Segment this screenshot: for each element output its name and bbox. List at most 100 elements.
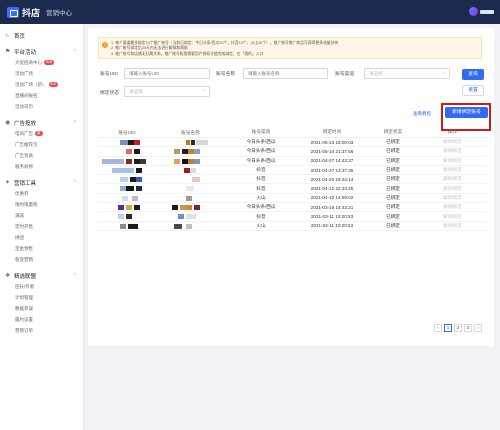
account-id-input[interactable] [124, 68, 210, 79]
cell-status: 已绑定 [386, 194, 400, 200]
page-3-button[interactable]: 3 [464, 324, 472, 332]
masked-block [136, 177, 142, 183]
query-button[interactable]: 查询 [462, 69, 484, 80]
sidebar-item[interactable]: 活动日历 [0, 101, 83, 112]
masked-block [186, 214, 196, 220]
next-page-button[interactable]: › [474, 324, 482, 332]
masked-block [186, 205, 192, 211]
sidebar-group[interactable]: ❖ 精选联盟 ⌃ [0, 271, 83, 281]
avatar [469, 7, 478, 16]
cell-time: 2021-03-11 10:20:53 [310, 214, 354, 220]
sidebar-item[interactable]: 大促招商中心 818 [0, 57, 83, 68]
masked-block [192, 177, 200, 183]
cell-uid-masked [98, 194, 156, 202]
sidebar-item[interactable]: 裂变营销 [0, 254, 83, 265]
sidebar-item[interactable]: 广告资质 [0, 150, 83, 161]
unbind-link[interactable]: 解除绑定 [419, 204, 486, 210]
sidebar-item[interactable]: 数据参谋 [0, 303, 83, 314]
sidebar-item-label: 活动日历 [15, 103, 33, 109]
user-menu[interactable] [469, 7, 494, 16]
page-2-button[interactable]: 2 [454, 324, 462, 332]
sidebar-badge: 新 [35, 131, 43, 136]
sidebar-item-label: 活动广场 [15, 70, 33, 76]
sidebar-item[interactable]: 定金预售 [0, 243, 83, 254]
sidebar-group-label: 平台活动 [14, 50, 37, 56]
sidebar-item[interactable]: 满减 [0, 210, 83, 221]
cell-uid-masked [98, 166, 156, 174]
warning-icon: ! [102, 42, 108, 48]
sidebar-item[interactable]: 计划管理 [0, 292, 83, 303]
status-select[interactable]: 请选择 [124, 86, 210, 97]
cell-name-masked [156, 194, 225, 202]
masked-block [126, 186, 134, 192]
sidebar-item-label: 广告资质 [15, 152, 33, 158]
channel-select[interactable]: 请选择 [364, 68, 450, 79]
unbind-link[interactable]: 解除绑定 [419, 148, 486, 154]
unbind-link[interactable]: 解除绑定 [419, 158, 486, 164]
table-row: 今日头条/西瓜 2021-04-27 14:43:27 已绑定 解除绑定 [98, 157, 486, 166]
masked-block [174, 149, 180, 155]
masked-block [186, 140, 190, 145]
sidebar-badge: 818 [44, 60, 54, 65]
sidebar-item-label: 数据参谋 [15, 305, 33, 311]
table-row: 火山 2021-03-11 10:20:53 已绑定 解除绑定 [98, 222, 486, 231]
unbind-link[interactable]: 解除绑定 [419, 214, 486, 220]
sidebar-item[interactable]: 电商广告新 [0, 128, 83, 139]
sidebar-item-label: 履约设置 [15, 316, 33, 322]
masked-block [122, 195, 128, 201]
sidebar-group[interactable]: ⚑ 平台活动 ⌃ [0, 47, 83, 57]
reset-button[interactable]: 重置 [462, 85, 484, 96]
sidebar-item[interactable]: 活动广场 [0, 68, 83, 79]
unbind-link[interactable]: 解除绑定 [419, 139, 486, 145]
unbind-link[interactable]: 解除绑定 [419, 176, 486, 182]
logo[interactable]: 抖店 [7, 6, 40, 19]
sidebar-item[interactable]: 优惠券 [0, 188, 83, 199]
tutorial-link[interactable]: 查看教程 [413, 111, 431, 117]
cell-time: 2021-04-12 22:33:25 [310, 186, 354, 192]
table-header: 账号UID 账号名称 账号渠道 绑定时间 绑定状态 操作 [98, 127, 486, 138]
top-bar: 抖店 营销中心 [0, 0, 500, 24]
sidebar-group[interactable]: ◉ 广告投放 ⌃ [0, 118, 83, 128]
masked-block [118, 214, 124, 220]
sidebar-item[interactable]: 团长/作者 [0, 281, 83, 292]
sidebar-item[interactable]: 直播间报名 [0, 90, 83, 101]
cell-uid-masked [98, 157, 156, 165]
masked-block [134, 149, 140, 155]
group-icon: ❖ [5, 273, 11, 279]
cell-time: 2021-04-26 18:34:14 [310, 176, 354, 182]
add-account-button[interactable]: 新增绑定账号 [445, 107, 488, 118]
prev-page-button[interactable]: ‹ [434, 324, 442, 332]
sidebar-item[interactable]: 营销订单 [0, 325, 83, 336]
cell-name-masked [156, 222, 225, 230]
sidebar-item[interactable]: 履约设置 [0, 314, 83, 325]
sidebar-item[interactable]: 定时开售 [0, 221, 83, 232]
unbind-link[interactable]: 解除绑定 [419, 223, 486, 229]
sidebar-item[interactable]: 活动广场（新） 818 [0, 79, 83, 90]
unbind-link[interactable]: 解除绑定 [419, 186, 486, 192]
sidebar-item-label: 广告推荐页 [15, 141, 38, 147]
sidebar-item[interactable]: 限时限量购 [0, 199, 83, 210]
status-label: 绑定状态 [100, 91, 120, 96]
masked-block [196, 140, 208, 145]
page-1-button[interactable]: 1 [444, 324, 452, 332]
masked-block [120, 177, 128, 183]
unbind-link[interactable]: 解除绑定 [419, 195, 486, 201]
sidebar-group[interactable]: ✦ 营销工具 ⌃ [0, 178, 83, 188]
cell-time: 2021-05-13 16:00:03 [310, 139, 354, 145]
account-name-input[interactable] [243, 68, 328, 79]
header-uid: 账号UID [118, 130, 136, 135]
sidebar-item[interactable]: 拼团 [0, 232, 83, 243]
sidebar-item[interactable]: 广告推荐页 [0, 139, 83, 150]
cell-uid-masked [98, 147, 156, 155]
sidebar-item-home[interactable]: ⌂ 首页 [0, 30, 83, 41]
sidebar-badge: 818 [48, 82, 59, 87]
cell-channel: 抖音 [256, 213, 266, 219]
cell-name-masked [156, 203, 225, 211]
sidebar-item[interactable]: 服务商榜 [0, 161, 83, 172]
masked-block [186, 195, 192, 201]
cell-channel: 今日头条/西瓜 [246, 148, 276, 154]
cell-status: 已绑定 [386, 185, 400, 191]
masked-block [174, 158, 180, 164]
unbind-link[interactable]: 解除绑定 [419, 167, 486, 173]
logo-icon [7, 6, 19, 18]
